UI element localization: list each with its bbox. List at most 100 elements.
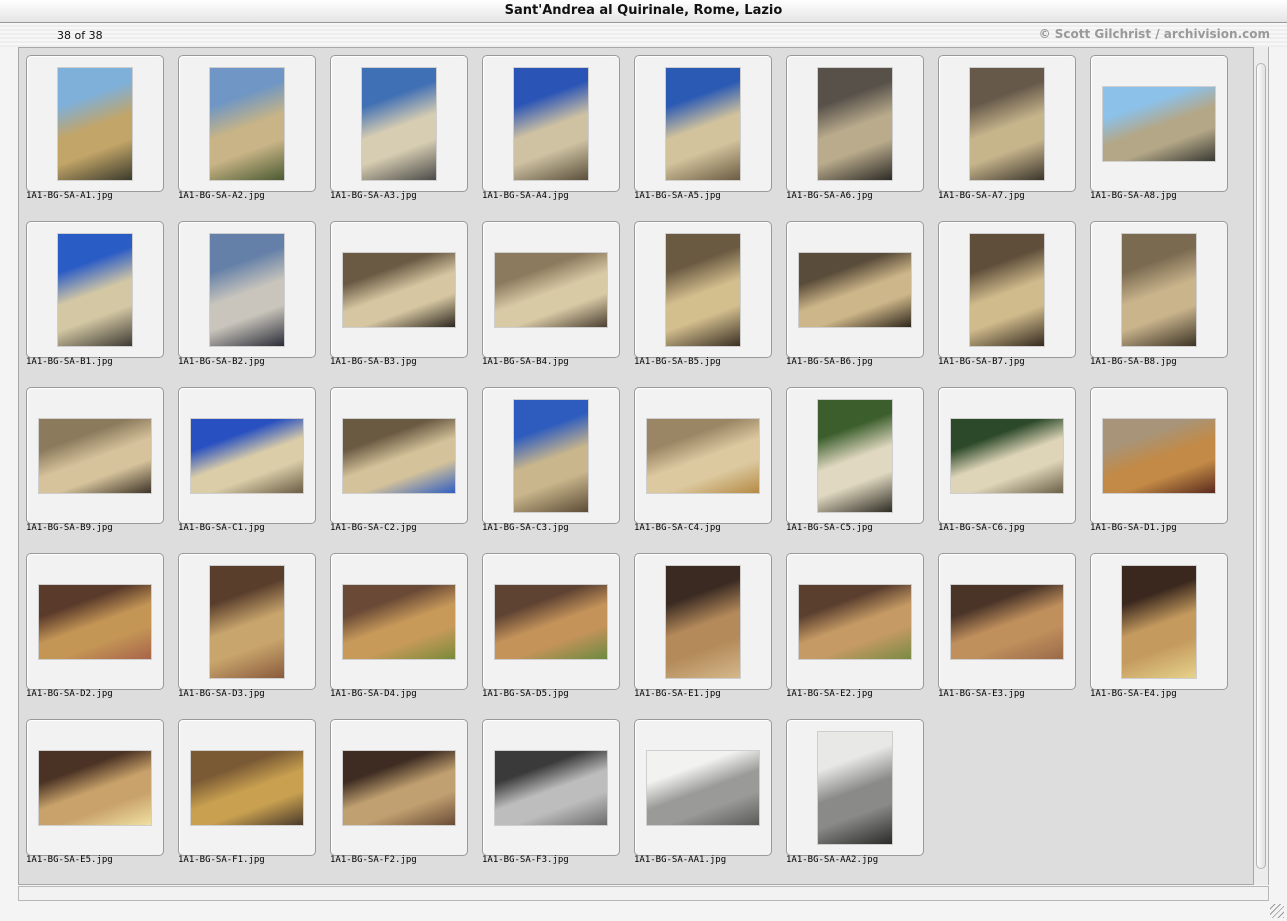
slide-item[interactable]: 1A1-BG-SA-D3.jpg [172,547,316,702]
slide-item[interactable]: 1A1-BG-SA-A4.jpg [476,49,620,204]
thumbnail-image[interactable] [647,751,759,825]
slide-mount[interactable] [26,55,164,192]
slide-mount[interactable] [178,553,316,690]
slide-mount[interactable] [482,387,620,524]
slide-mount[interactable] [178,221,316,358]
thumbnail-image[interactable] [818,400,892,512]
slide-mount[interactable] [938,553,1076,690]
thumbnail-image[interactable] [191,751,303,825]
slide-item[interactable]: 1A1-BG-SA-F2.jpg [324,713,468,868]
slide-item[interactable]: 1A1-BG-SA-B1.jpg [20,215,164,370]
slide-item[interactable]: 1A1-BG-SA-B5.jpg [628,215,772,370]
slide-item[interactable]: 1A1-BG-SA-C1.jpg [172,381,316,536]
thumbnail-image[interactable] [39,751,151,825]
slide-item[interactable]: 1A1-BG-SA-E1.jpg [628,547,772,702]
slide-item[interactable]: 1A1-BG-SA-F1.jpg [172,713,316,868]
thumbnail-image[interactable] [39,419,151,493]
slide-mount[interactable] [482,719,620,856]
slide-item[interactable]: 1A1-BG-SA-B9.jpg [20,381,164,536]
slide-mount[interactable] [938,221,1076,358]
slide-item[interactable]: 1A1-BG-SA-E5.jpg [20,713,164,868]
thumbnail-image[interactable] [514,68,588,180]
slide-mount[interactable] [786,55,924,192]
thumbnail-image[interactable] [343,585,455,659]
slide-mount[interactable] [330,719,468,856]
thumbnail-image[interactable] [970,68,1044,180]
slide-mount[interactable] [938,387,1076,524]
thumbnail-image[interactable] [1103,419,1215,493]
slide-mount[interactable] [634,553,772,690]
thumbnail-image[interactable] [514,400,588,512]
slide-item[interactable]: 1A1-BG-SA-D4.jpg [324,547,468,702]
thumbnail-image[interactable] [799,253,911,327]
slide-mount[interactable] [634,387,772,524]
thumbnail-image[interactable] [362,68,436,180]
slide-item[interactable]: 1A1-BG-SA-C4.jpg [628,381,772,536]
slide-mount[interactable] [26,221,164,358]
slide-item[interactable]: 1A1-BG-SA-B6.jpg [780,215,924,370]
slide-mount[interactable] [482,221,620,358]
slide-mount[interactable] [938,55,1076,192]
slide-mount[interactable] [634,719,772,856]
slide-item[interactable]: 1A1-BG-SA-B8.jpg [1084,215,1228,370]
slide-item[interactable]: 1A1-BG-SA-A1.jpg [20,49,164,204]
thumbnail-image[interactable] [343,751,455,825]
thumbnail-image[interactable] [666,68,740,180]
thumbnail-image[interactable] [39,585,151,659]
slide-item[interactable]: 1A1-BG-SA-AA1.jpg [628,713,772,868]
thumbnail-image[interactable] [495,751,607,825]
slide-mount[interactable] [26,387,164,524]
slide-mount[interactable] [178,55,316,192]
slide-item[interactable]: 1A1-BG-SA-F3.jpg [476,713,620,868]
slide-mount[interactable] [178,719,316,856]
thumbnail-image[interactable] [495,253,607,327]
slide-item[interactable]: 1A1-BG-SA-A6.jpg [780,49,924,204]
thumbnail-image[interactable] [1122,566,1196,678]
slide-item[interactable]: 1A1-BG-SA-A5.jpg [628,49,772,204]
slide-item[interactable]: 1A1-BG-SA-A7.jpg [932,49,1076,204]
slide-item[interactable]: 1A1-BG-SA-C3.jpg [476,381,620,536]
resize-grip-icon[interactable] [1270,904,1284,918]
slide-item[interactable]: 1A1-BG-SA-E3.jpg [932,547,1076,702]
slide-item[interactable]: 1A1-BG-SA-D2.jpg [20,547,164,702]
slide-item[interactable]: 1A1-BG-SA-E2.jpg [780,547,924,702]
slide-item[interactable]: 1A1-BG-SA-A8.jpg [1084,49,1228,204]
slide-item[interactable]: 1A1-BG-SA-D1.jpg [1084,381,1228,536]
slide-mount[interactable] [178,387,316,524]
slide-mount[interactable] [26,719,164,856]
slide-item[interactable]: 1A1-BG-SA-B4.jpg [476,215,620,370]
thumbnail-image[interactable] [58,234,132,346]
thumbnail-image[interactable] [647,419,759,493]
thumbnail-image[interactable] [58,68,132,180]
slide-mount[interactable] [786,387,924,524]
thumbnail-image[interactable] [799,585,911,659]
slide-mount[interactable] [26,553,164,690]
slide-item[interactable]: 1A1-BG-SA-C5.jpg [780,381,924,536]
slide-item[interactable]: 1A1-BG-SA-A2.jpg [172,49,316,204]
slide-mount[interactable] [1090,55,1228,192]
horizontal-scrollbar[interactable] [18,886,1269,901]
slide-mount[interactable] [1090,221,1228,358]
slide-mount[interactable] [330,221,468,358]
slide-item[interactable]: 1A1-BG-SA-B3.jpg [324,215,468,370]
thumbnail-image[interactable] [343,419,455,493]
vertical-scrollbar[interactable] [1254,47,1269,885]
slide-mount[interactable] [1090,553,1228,690]
thumbnail-image[interactable] [970,234,1044,346]
thumbnail-image[interactable] [210,68,284,180]
slide-mount[interactable] [634,55,772,192]
slide-mount[interactable] [482,55,620,192]
thumbnail-image[interactable] [818,732,892,844]
slide-item[interactable]: 1A1-BG-SA-C6.jpg [932,381,1076,536]
thumbnail-image[interactable] [666,234,740,346]
slide-mount[interactable] [786,553,924,690]
slide-item[interactable]: 1A1-BG-SA-B2.jpg [172,215,316,370]
slide-item[interactable]: 1A1-BG-SA-E4.jpg [1084,547,1228,702]
thumbnail-image[interactable] [495,585,607,659]
thumbnail-image[interactable] [343,253,455,327]
thumbnail-image[interactable] [1122,234,1196,346]
thumbnail-image[interactable] [210,234,284,346]
slide-mount[interactable] [330,55,468,192]
slide-item[interactable]: 1A1-BG-SA-D5.jpg [476,547,620,702]
thumbnail-image[interactable] [191,419,303,493]
